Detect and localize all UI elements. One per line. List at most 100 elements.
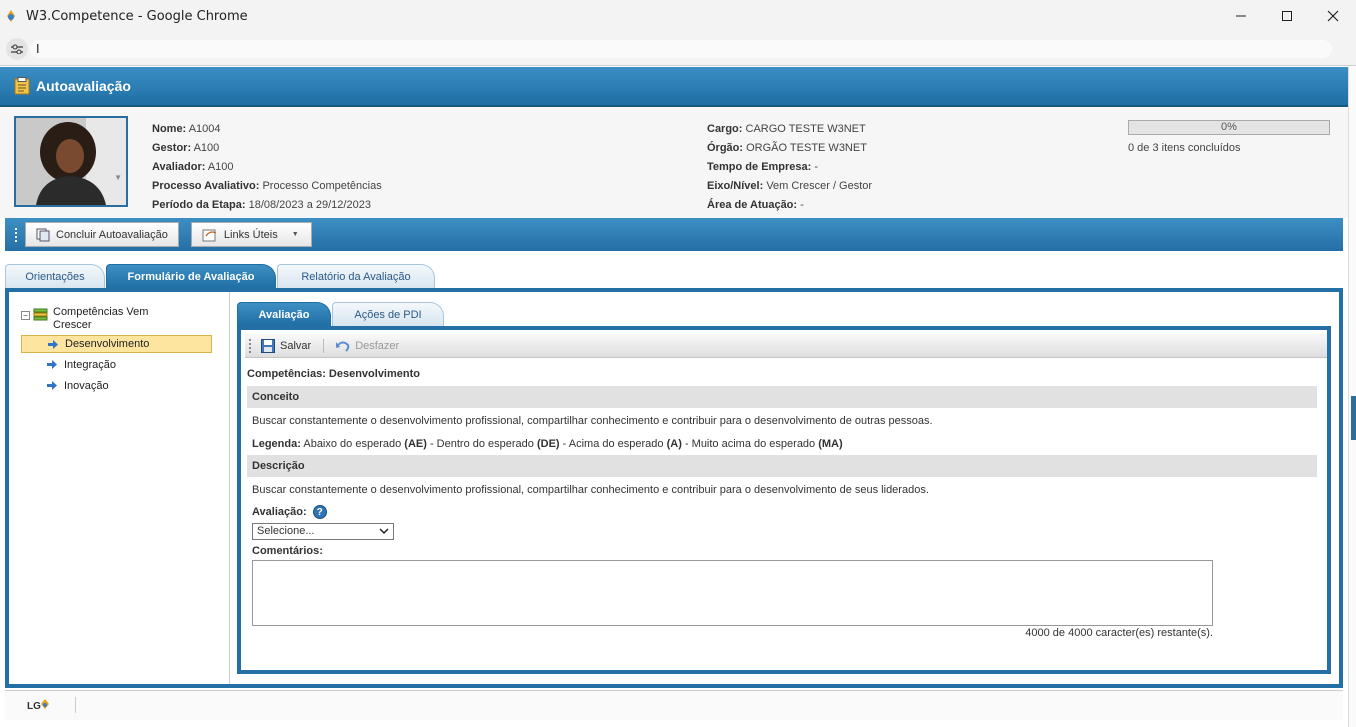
save-label: Salvar xyxy=(280,339,312,352)
collapse-icon[interactable]: − xyxy=(21,311,30,320)
clipboard-icon xyxy=(14,77,30,95)
footer: LG xyxy=(5,690,1343,720)
info-tempo: Tempo de Empresa: - xyxy=(707,161,819,173)
tree-item-label: Integração xyxy=(64,359,116,371)
close-icon xyxy=(1327,10,1339,22)
close-button[interactable] xyxy=(1310,0,1356,32)
tree-item-label: Inovação xyxy=(64,380,109,392)
inner-toolbar-grip xyxy=(249,338,251,353)
undo-label: Desfazer xyxy=(355,339,400,352)
arrow-right-icon xyxy=(47,381,57,390)
legend-text: Abaixo do esperado xyxy=(303,438,402,450)
side-panel-tab[interactable] xyxy=(1351,396,1356,440)
legend-label: Legenda: xyxy=(252,438,301,450)
evaluation-panel: Salvar Desfazer Competências: Desenvolvi… xyxy=(237,326,1331,674)
window-controls xyxy=(1218,0,1356,32)
page-title: Autoavaliação xyxy=(36,78,131,94)
subtab-label: Ações de PDI xyxy=(354,308,422,321)
save-icon xyxy=(261,338,275,353)
comments-textarea[interactable] xyxy=(252,560,1213,626)
undo-button[interactable]: Desfazer xyxy=(336,340,399,352)
legend-code: (MA) xyxy=(818,438,843,450)
links-label: Links Úteis xyxy=(223,228,278,241)
evaluation-select[interactable]: Selecione... xyxy=(252,523,394,540)
competency-tree: − Competências Vem Crescer Desenvolvimen… xyxy=(9,292,230,684)
concept-heading: Conceito xyxy=(247,386,1317,408)
site-info-button[interactable] xyxy=(6,38,28,60)
legend-code: (AE) xyxy=(404,438,427,450)
legend-text: Muito acima do esperado xyxy=(691,438,816,450)
tab-formulario[interactable]: Formulário de Avaliação xyxy=(106,264,276,289)
links-icon xyxy=(202,229,217,241)
undo-icon xyxy=(336,341,350,352)
evaluation-selected: Selecione... xyxy=(257,525,315,537)
stack-icon xyxy=(33,308,48,321)
info-avaliador: Avaliador: A100 xyxy=(152,161,234,173)
tree-item-inovacao[interactable]: Inovação xyxy=(21,377,212,395)
employee-info: ▼ Nome: A1004 Gestor: A100 Avaliador: A1… xyxy=(0,108,1348,218)
address-bar: I xyxy=(0,32,1356,66)
concept-text: Buscar constantemente o desenvolvimento … xyxy=(252,415,933,427)
tab-orientacoes[interactable]: Orientações xyxy=(5,264,105,289)
maximize-icon xyxy=(1282,11,1292,21)
save-button[interactable]: Salvar xyxy=(261,338,312,353)
avatar-photo xyxy=(16,118,126,205)
help-icon[interactable]: ? xyxy=(312,505,327,519)
info-nome: Nome: A1004 xyxy=(152,123,221,135)
window-title: W3.Competence - Google Chrome xyxy=(26,8,248,24)
tree-root[interactable]: − Competências Vem Crescer xyxy=(21,306,153,332)
legend-code: (A) xyxy=(666,438,682,450)
right-scroll-edge xyxy=(1348,66,1356,727)
main-toolbar: Concluir Autoavaliação Links Úteis ▼ xyxy=(5,218,1343,251)
subtab-acoes-pdi[interactable]: Ações de PDI xyxy=(332,302,444,326)
info-orgao: Órgão: ORGÃO TESTE W3NET xyxy=(707,142,867,154)
content-panel: Avaliação Ações de PDI Salvar Desfazer C… xyxy=(237,302,1335,678)
maximize-button[interactable] xyxy=(1264,0,1310,32)
tree-item-desenvolvimento[interactable]: Desenvolvimento xyxy=(21,335,212,353)
arrow-right-icon xyxy=(47,360,57,369)
arrow-right-icon xyxy=(48,340,58,349)
footer-divider xyxy=(75,697,76,713)
description-text: Buscar constantemente o desenvolvimento … xyxy=(252,484,929,496)
toolbar-separator xyxy=(323,338,325,353)
toolbar-grip xyxy=(15,227,17,242)
page-header: Autoavaliação xyxy=(0,67,1348,107)
subtab-avaliacao[interactable]: Avaliação xyxy=(237,302,331,326)
tab-label: Relatório da Avaliação xyxy=(301,271,411,283)
info-area: Área de Atuação: - xyxy=(707,199,804,211)
avatar-dropdown-icon[interactable]: ▼ xyxy=(114,173,122,182)
progress-text: 0 de 3 itens concluídos xyxy=(1128,142,1241,154)
tree-item-integracao[interactable]: Integração xyxy=(21,356,212,374)
conclude-icon xyxy=(36,228,50,241)
minimize-icon xyxy=(1236,15,1246,17)
inner-toolbar: Salvar Desfazer xyxy=(245,334,1327,358)
lg-logo-icon xyxy=(40,699,49,709)
info-periodo: Período da Etapa: 18/08/2023 a 29/12/202… xyxy=(152,199,371,211)
minimize-button[interactable] xyxy=(1218,0,1264,32)
tree-root-label: Competências Vem Crescer xyxy=(53,306,149,331)
chevron-down-icon: ▼ xyxy=(291,231,299,238)
progress-percent: 0% xyxy=(1221,121,1237,133)
legend: Legenda: Abaixo do esperado (AE) - Dentr… xyxy=(252,438,843,450)
info-gestor: Gestor: A100 xyxy=(152,142,220,154)
progress-bar: 0% xyxy=(1128,120,1330,135)
info-column-left: Nome: A1004 Gestor: A100 Avaliador: A100… xyxy=(152,120,382,215)
legend-text: Acima do esperado xyxy=(568,438,664,450)
info-processo: Processo Avaliativo: Processo Competênci… xyxy=(152,180,382,192)
footer-logo-text: LG xyxy=(27,701,41,712)
comments-label: Comentários: xyxy=(252,545,323,557)
conclude-button[interactable]: Concluir Autoavaliação xyxy=(25,222,179,247)
legend-text: Dentro do esperado xyxy=(436,438,534,450)
avatar[interactable]: ▼ xyxy=(14,116,128,207)
app-logo-icon xyxy=(7,10,15,22)
tab-relatorio[interactable]: Relatório da Avaliação xyxy=(277,264,435,289)
links-dropdown-button[interactable]: Links Úteis ▼ xyxy=(190,222,312,247)
tree-item-label: Desenvolvimento xyxy=(65,338,150,350)
info-eixo: Eixo/Nível: Vem Crescer / Gestor xyxy=(707,180,873,192)
form-frame: − Competências Vem Crescer Desenvolvimen… xyxy=(5,288,1343,688)
browser-titlebar: W3.Competence - Google Chrome xyxy=(0,0,1356,32)
conclude-label: Concluir Autoavaliação xyxy=(56,228,168,241)
evaluation-label: Avaliação: xyxy=(252,505,307,518)
url-field[interactable]: I xyxy=(30,40,1332,58)
evaluation-label-row: Avaliação:? xyxy=(252,505,327,519)
